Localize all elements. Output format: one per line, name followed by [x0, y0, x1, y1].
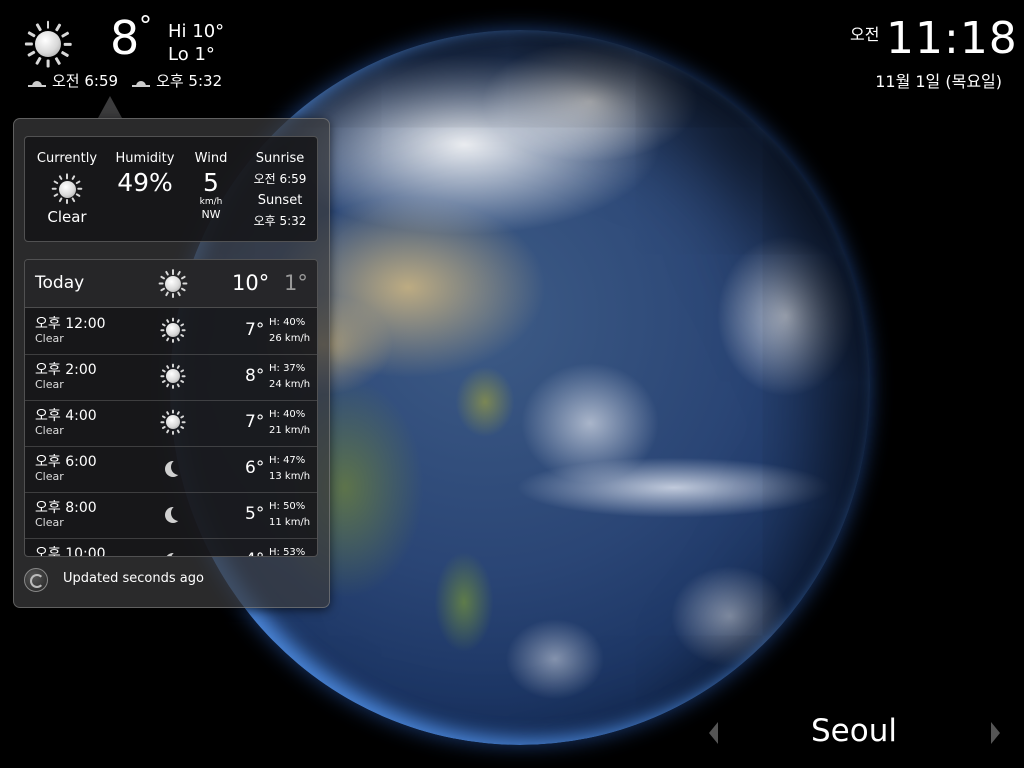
hourly-condition: Clear	[35, 332, 64, 345]
sunset-value: 오후 5:32	[253, 214, 307, 228]
moon-icon	[171, 459, 187, 475]
hourly-condition: Clear	[35, 378, 64, 391]
moon-icon	[159, 454, 187, 482]
hourly-wind: 13 km/h	[269, 471, 311, 482]
hourly-condition: Clear	[35, 470, 64, 483]
hi-lo-temperatures: Hi 10° Lo 1°	[168, 20, 224, 66]
hourly-wind: 26 km/h	[269, 333, 311, 344]
sunrise-time: 오전 6:59	[52, 72, 119, 90]
degree-symbol: °	[139, 11, 152, 41]
hourly-time: 오후 2:00	[35, 362, 97, 378]
wind-label: Wind	[194, 151, 228, 166]
clock-ampm: 오전	[850, 25, 880, 44]
low-temperature: Lo 1°	[168, 44, 215, 65]
sunrise-sunset-column: Sunrise 오전 6:59 Sunset 오후 5:32	[247, 137, 313, 229]
humidity-value: 49%	[117, 168, 173, 197]
sunrise-icon	[28, 76, 46, 87]
hourly-time: 오후 4:00	[35, 408, 97, 424]
next-city-arrow[interactable]	[991, 722, 1000, 744]
forecast-list[interactable]: Today 10° 1° 오후 12:00 Clear 7° H: 40% 26 km/…	[24, 259, 318, 557]
previous-city-arrow[interactable]	[709, 722, 718, 744]
today-row[interactable]: Today 10° 1°	[25, 260, 317, 308]
current-summary-panel: Currently Clear Humidity 49% Wind 5 km/h…	[24, 136, 318, 242]
hourly-time: 오후 8:00	[35, 500, 97, 516]
hourly-time: 오후 6:00	[35, 454, 97, 470]
hourly-condition: Clear	[35, 516, 64, 529]
hourly-temperature: 7°	[245, 412, 265, 432]
today-label: Today	[35, 273, 85, 293]
updated-status: Updated seconds ago	[63, 571, 204, 586]
hourly-row[interactable]: 오후 10:00 4° H: 53%	[25, 538, 317, 557]
hourly-row[interactable]: 오후 2:00 Clear 8° H: 37% 24 km/h	[25, 354, 317, 401]
current-temperature[interactable]: 8	[110, 8, 139, 68]
condition-text: Clear	[47, 208, 87, 226]
humidity-label: Humidity	[115, 151, 175, 166]
sun-icon	[50, 172, 84, 206]
moon-icon	[171, 551, 187, 556]
high-temperature: Hi 10°	[168, 21, 225, 42]
currently-column: Currently Clear	[31, 137, 103, 226]
hourly-row[interactable]: 오후 12:00 Clear 7° H: 40% 26 km/h	[25, 308, 317, 355]
hourly-wind: 24 km/h	[269, 379, 311, 390]
hourly-temperature: 7°	[245, 320, 265, 340]
hourly-temperature: 6°	[245, 458, 265, 478]
sunrise-value: 오전 6:59	[253, 172, 307, 186]
sun-icon	[159, 316, 187, 344]
hourly-row[interactable]: 오후 8:00 Clear 5° H: 50% 11 km/h	[25, 492, 317, 539]
hourly-temperature: 4°	[245, 550, 264, 556]
hourly-temperature: 8°	[245, 366, 265, 386]
sun-icon	[159, 362, 187, 390]
hourly-condition: Clear	[35, 424, 64, 437]
hourly-time: 오후 12:00	[35, 316, 106, 332]
weather-screen: 8 ° Hi 10° Lo 1° 오전 6:59 오후 5:32 오전 11:18…	[0, 0, 1024, 768]
hourly-humidity: H: 40%	[269, 317, 306, 328]
sunset-time: 오후 5:32	[156, 72, 223, 90]
clock-date: 11월 1일 (목요일)	[875, 72, 1002, 91]
popup-pointer	[98, 96, 122, 118]
sun-icon	[159, 408, 187, 436]
humidity-column: Humidity 49%	[111, 137, 179, 197]
hourly-wind: 21 km/h	[269, 425, 311, 436]
city-name[interactable]: Seoul	[790, 713, 918, 749]
hourly-humidity: H: 50%	[269, 501, 306, 512]
hourly-row[interactable]: 오후 6:00 Clear 6° H: 47% 13 km/h	[25, 446, 317, 493]
clock-time: 11:18	[886, 13, 1018, 64]
hourly-humidity: H: 40%	[269, 409, 306, 420]
moon-icon	[159, 500, 187, 528]
hourly-humidity: H: 47%	[269, 455, 306, 466]
hourly-row[interactable]: 오후 4:00 Clear 7° H: 40% 21 km/h	[25, 400, 317, 447]
hourly-humidity: H: 53%	[269, 547, 306, 557]
wind-unit: km/h	[199, 197, 223, 207]
currently-label: Currently	[36, 151, 98, 166]
weather-details-popup: Currently Clear Humidity 49% Wind 5 km/h…	[13, 118, 330, 608]
hourly-wind: 11 km/h	[269, 517, 311, 528]
hourly-humidity: H: 37%	[269, 363, 306, 374]
wind-column: Wind 5 km/h NW	[191, 137, 231, 221]
sun-icon	[157, 268, 189, 300]
wind-speed: 5	[203, 168, 219, 197]
sunrise-label: Sunrise	[255, 151, 305, 166]
wind-direction: NW	[201, 208, 221, 221]
hourly-temperature: 5°	[245, 504, 265, 524]
hourly-time: 오후 10:00	[35, 546, 106, 557]
sunset-label: Sunset	[257, 193, 303, 208]
sunset-icon	[132, 76, 151, 87]
moon-icon	[171, 505, 187, 521]
sun-icon[interactable]	[22, 18, 74, 70]
sun-times: 오전 6:59 오후 5:32	[28, 70, 222, 91]
today-high: 10°	[232, 271, 270, 295]
refresh-button[interactable]	[24, 568, 48, 592]
moon-icon	[159, 546, 187, 556]
today-low: 1°	[284, 271, 308, 295]
